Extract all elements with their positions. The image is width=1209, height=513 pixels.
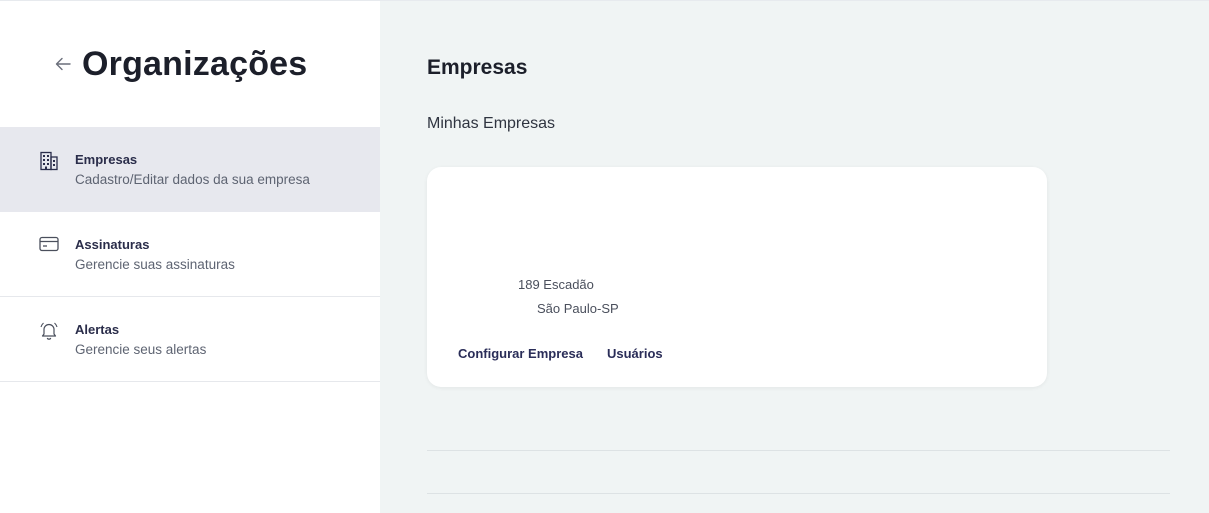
section-title: Empresas: [427, 56, 528, 79]
company-card-actions: Configurar Empresa Usuários: [458, 346, 663, 361]
main-content: Empresas Minhas Empresas 189 Escadão São…: [380, 0, 1209, 513]
company-card: 189 Escadão São Paulo-SP Configurar Empr…: [427, 167, 1047, 387]
sidebar-item-label: Empresas: [75, 152, 138, 167]
credit-card-icon: [38, 236, 60, 258]
app-root: Organizações Empresas Cadastro/Editar da…: [0, 0, 1209, 513]
bell-icon: [38, 321, 60, 343]
arrow-left-icon[interactable]: [54, 55, 72, 73]
sidebar-header: Organizações: [0, 1, 380, 127]
sidebar-item-description: Gerencie suas assinaturas: [75, 257, 235, 272]
configure-company-link[interactable]: Configurar Empresa: [458, 346, 583, 361]
divider: [427, 450, 1170, 451]
sidebar-item-label: Alertas: [75, 322, 120, 337]
page-title: Organizações: [82, 44, 308, 83]
sidebar-item-description: Gerencie seus alertas: [75, 342, 207, 357]
sidebar-item-text: Alertas Gerencie seus alertas: [75, 322, 206, 359]
sidebar-item-text: Assinaturas Gerencie suas assinaturas: [75, 237, 235, 274]
sidebar-menu: Empresas Cadastro/Editar dados da sua em…: [0, 127, 380, 382]
company-city: São Paulo-SP: [537, 301, 619, 316]
sidebar-item-alertas[interactable]: Alertas Gerencie seus alertas: [0, 297, 380, 382]
sidebar-item-empresas[interactable]: Empresas Cadastro/Editar dados da sua em…: [0, 127, 380, 212]
sidebar: Organizações Empresas Cadastro/Editar da…: [0, 0, 380, 513]
sidebar-item-assinaturas[interactable]: Assinaturas Gerencie suas assinaturas: [0, 212, 380, 297]
company-address: 189 Escadão: [518, 277, 594, 292]
sidebar-item-label: Assinaturas: [75, 237, 150, 252]
building-icon: [38, 151, 60, 173]
section-subtitle: Minhas Empresas: [427, 115, 556, 132]
sidebar-item-text: Empresas Cadastro/Editar dados da sua em…: [75, 152, 310, 189]
sidebar-item-description: Cadastro/Editar dados da sua empresa: [75, 172, 310, 187]
divider: [427, 493, 1170, 494]
users-link[interactable]: Usuários: [607, 346, 663, 361]
